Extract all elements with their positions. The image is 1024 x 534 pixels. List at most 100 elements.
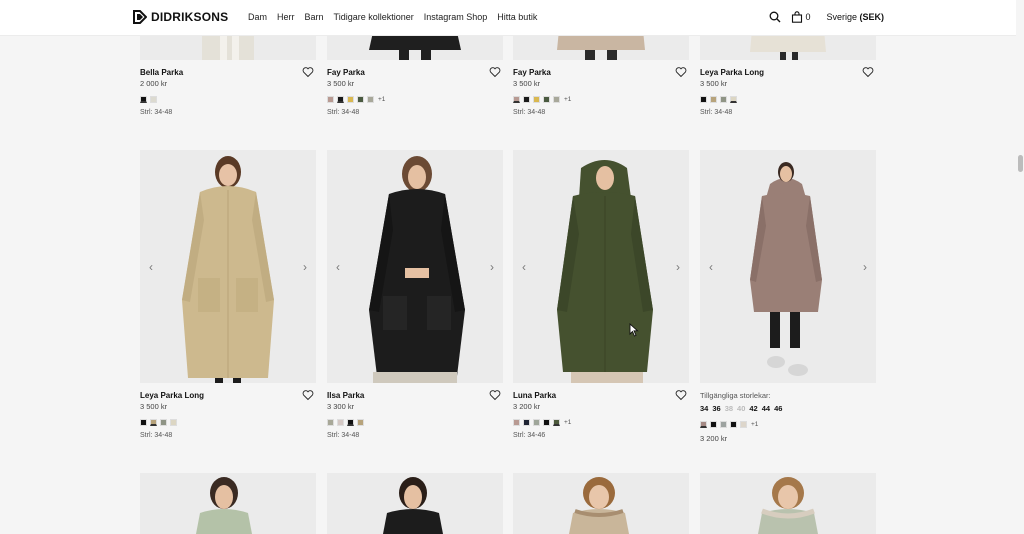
next-image-chevron-icon[interactable]: › — [299, 261, 311, 273]
product-name[interactable]: Fay Parka — [327, 68, 503, 78]
product-image[interactable]: ‹ › — [140, 150, 316, 383]
next-image-chevron-icon[interactable]: › — [859, 261, 871, 273]
nav-item-herr[interactable]: Herr — [277, 12, 295, 22]
next-image-chevron-icon[interactable]: › — [486, 261, 498, 273]
color-swatch[interactable] — [700, 95, 707, 103]
color-swatch[interactable] — [710, 95, 717, 103]
page-scrollbar[interactable] — [1016, 0, 1024, 534]
size-option[interactable]: 36 — [712, 404, 720, 413]
product-card[interactable]: ‹ › Luna Parka 3 200 kr +1 Strl: 34-46 — [513, 150, 689, 439]
color-swatch[interactable] — [367, 95, 374, 103]
product-image[interactable]: ‹ › — [513, 150, 689, 383]
color-swatch[interactable] — [730, 420, 737, 428]
color-swatch[interactable] — [553, 95, 560, 103]
more-colors[interactable]: +1 — [751, 421, 758, 428]
color-swatch[interactable] — [513, 418, 520, 426]
color-swatch[interactable] — [543, 95, 550, 103]
product-image[interactable] — [140, 473, 316, 534]
product-price: 3 500 kr — [700, 79, 728, 88]
product-name[interactable]: Fay Parka — [513, 68, 689, 78]
nav-item-tidigare-kollektioner[interactable]: Tidigare kollektioner — [334, 12, 414, 22]
available-sizes: 34 36 38 40 42 44 46 — [700, 404, 876, 413]
color-swatch[interactable] — [710, 420, 717, 428]
product-name[interactable]: Leya Parka Long — [140, 391, 316, 401]
product-image[interactable] — [700, 473, 876, 534]
product-card[interactable] — [327, 473, 503, 534]
prev-image-chevron-icon[interactable]: ‹ — [518, 261, 530, 273]
product-image[interactable] — [327, 473, 503, 534]
color-swatch[interactable] — [357, 418, 364, 426]
color-swatch[interactable] — [347, 95, 354, 103]
product-name[interactable]: Bella Parka — [140, 68, 316, 78]
nav-item-instagram-shop[interactable]: Instagram Shop — [424, 12, 488, 22]
color-swatch[interactable] — [523, 95, 530, 103]
cart-button[interactable]: 0 — [790, 10, 810, 24]
product-name[interactable]: Ilsa Parka — [327, 391, 503, 401]
region-selector[interactable]: Sverige (SEK) — [826, 12, 884, 22]
product-price: 3 500 kr — [513, 79, 541, 88]
prev-image-chevron-icon[interactable]: ‹ — [332, 261, 344, 273]
color-swatch[interactable] — [327, 418, 334, 426]
color-swatch[interactable] — [347, 418, 354, 426]
color-swatch[interactable] — [140, 418, 147, 426]
product-image[interactable] — [513, 473, 689, 534]
site-header: DIDRIKSONS Dam Herr Barn Tidigare kollek… — [0, 0, 1024, 36]
more-colors[interactable]: +1 — [564, 419, 571, 426]
product-name[interactable]: Leya Parka Long — [700, 68, 876, 78]
search-icon[interactable] — [768, 10, 782, 24]
color-swatch[interactable] — [523, 418, 530, 426]
next-image-chevron-icon[interactable]: › — [672, 261, 684, 273]
size-option[interactable]: 46 — [774, 404, 782, 413]
color-swatch[interactable] — [357, 95, 364, 103]
scrollbar-thumb[interactable] — [1018, 155, 1023, 172]
product-card[interactable]: ‹ › Leya Parka Long 3 500 kr Strl: 34-48 — [140, 150, 316, 439]
color-swatch[interactable] — [327, 95, 334, 103]
product-card[interactable] — [140, 473, 316, 534]
product-card[interactable]: ‹ › Ilsa Parka 3 300 kr Strl: 34-48 — [327, 150, 503, 439]
product-image[interactable]: ‹ › — [327, 150, 503, 383]
product-card[interactable] — [700, 473, 876, 534]
color-swatch[interactable] — [160, 418, 167, 426]
prev-image-chevron-icon[interactable]: ‹ — [705, 261, 717, 273]
product-name[interactable]: Luna Parka — [513, 391, 689, 401]
color-swatch[interactable] — [170, 418, 177, 426]
color-swatch[interactable] — [150, 95, 157, 103]
color-swatch[interactable] — [533, 95, 540, 103]
product-price: 3 500 kr — [140, 402, 168, 411]
color-swatch[interactable] — [720, 420, 727, 428]
color-swatch[interactable] — [533, 418, 540, 426]
nav-item-barn[interactable]: Barn — [305, 12, 324, 22]
color-swatch[interactable] — [150, 418, 157, 426]
heart-icon[interactable] — [675, 66, 687, 78]
color-swatch[interactable] — [337, 95, 344, 103]
prev-image-chevron-icon[interactable]: ‹ — [145, 261, 157, 273]
color-swatch[interactable] — [543, 418, 550, 426]
heart-icon[interactable] — [862, 66, 874, 78]
color-swatch[interactable] — [513, 95, 520, 103]
color-swatch[interactable] — [140, 95, 147, 103]
color-swatch[interactable] — [720, 95, 727, 103]
heart-icon[interactable] — [675, 389, 687, 401]
color-swatch[interactable] — [337, 418, 344, 426]
nav-item-dam[interactable]: Dam — [248, 12, 267, 22]
nav-item-hitta-butik[interactable]: Hitta butik — [497, 12, 537, 22]
more-colors[interactable]: +1 — [378, 96, 385, 103]
product-card[interactable]: ‹ › Tillgängliga storlekar: 34 36 38 40 … — [700, 150, 876, 443]
product-price: 3 500 kr — [327, 79, 355, 88]
more-colors[interactable]: +1 — [564, 96, 571, 103]
size-option[interactable]: 34 — [700, 404, 708, 413]
product-card[interactable] — [513, 473, 689, 534]
heart-icon[interactable] — [302, 66, 314, 78]
heart-icon[interactable] — [489, 389, 501, 401]
color-swatch[interactable] — [730, 95, 737, 103]
product-listing-page: DIDRIKSONS Dam Herr Barn Tidigare kollek… — [0, 0, 1024, 534]
heart-icon[interactable] — [302, 389, 314, 401]
size-option[interactable]: 44 — [762, 404, 770, 413]
size-option[interactable]: 42 — [749, 404, 757, 413]
heart-icon[interactable] — [489, 66, 501, 78]
product-image[interactable]: ‹ › — [700, 150, 876, 383]
color-swatch[interactable] — [700, 420, 707, 428]
brand-logo[interactable]: DIDRIKSONS — [133, 10, 228, 24]
color-swatch[interactable] — [553, 418, 560, 426]
color-swatch[interactable] — [740, 420, 747, 428]
